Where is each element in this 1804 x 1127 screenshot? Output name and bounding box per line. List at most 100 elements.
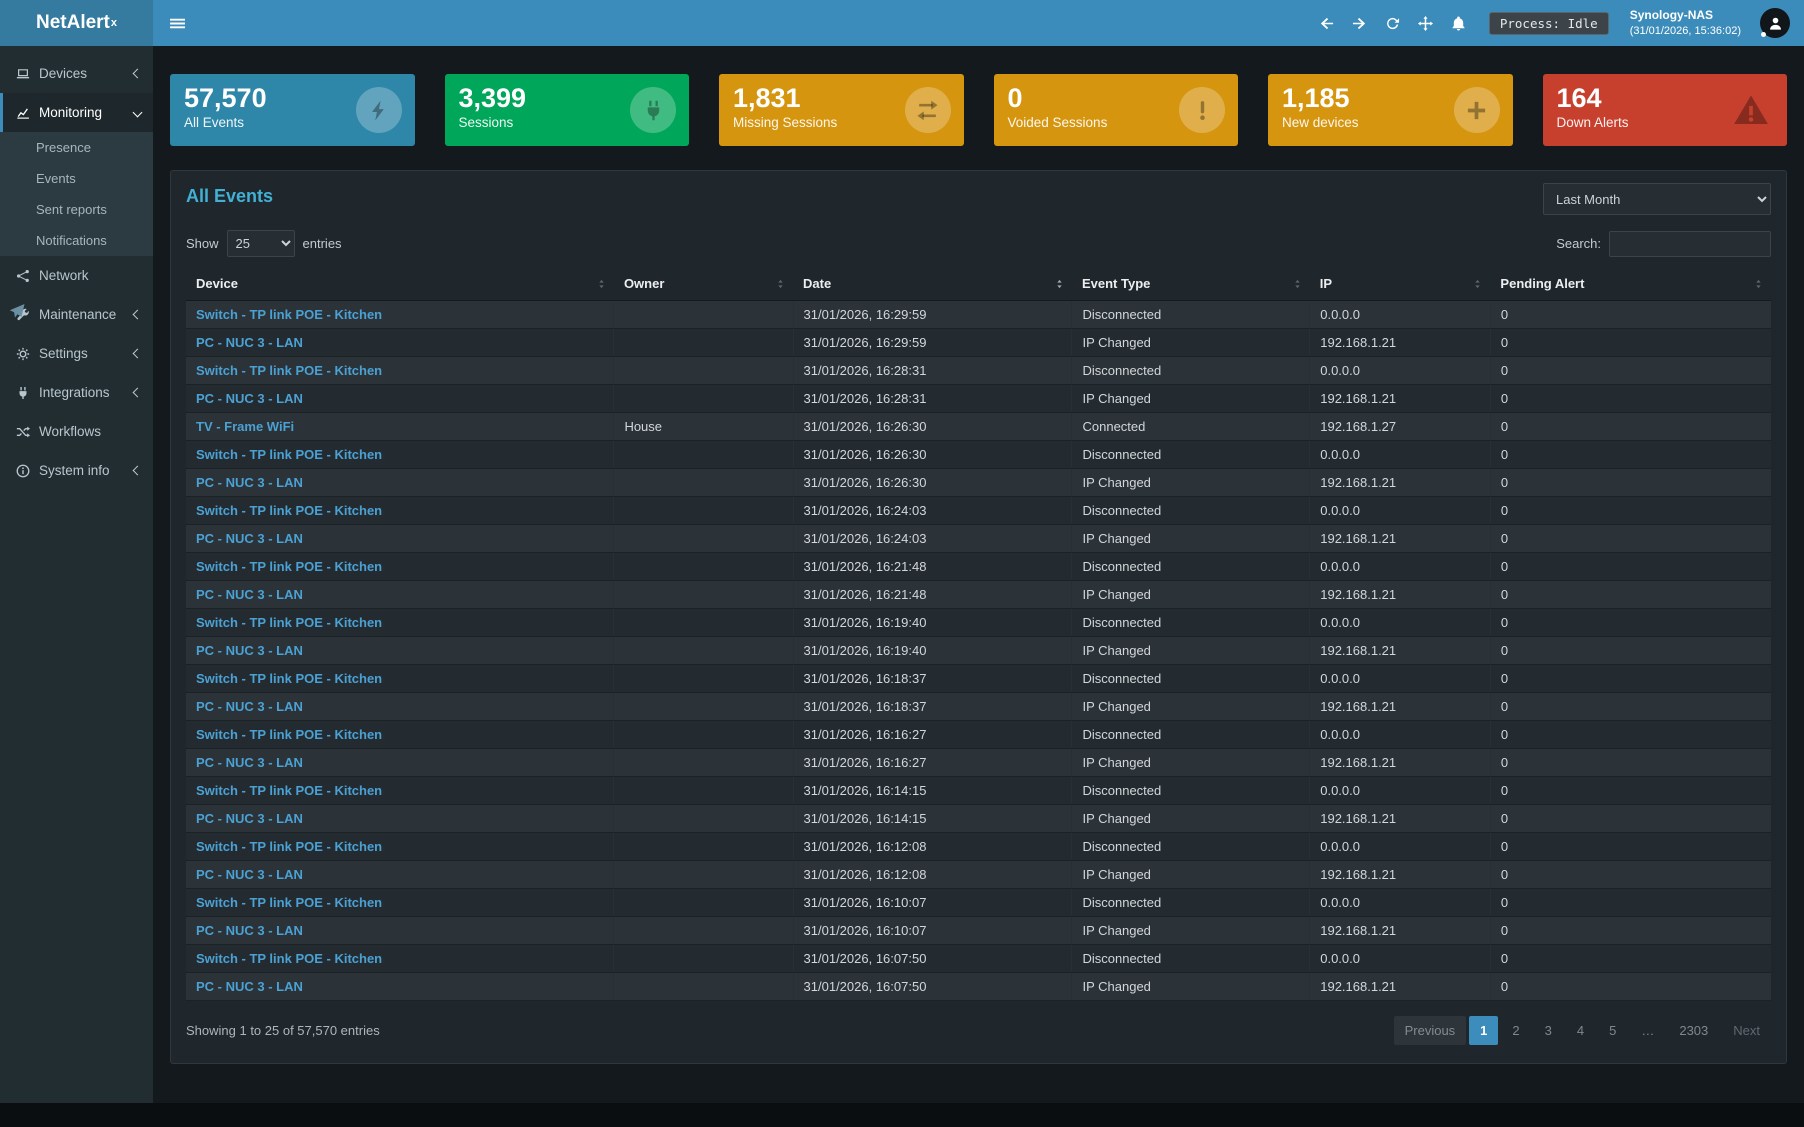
sidebar-item-devices[interactable]: Devices [0,54,153,93]
device-link[interactable]: Switch - TP link POE - Kitchen [196,951,382,966]
pagination-next[interactable]: Next [1722,1016,1771,1045]
bell-button[interactable] [1451,16,1466,31]
device-link[interactable]: Switch - TP link POE - Kitchen [196,363,382,378]
process-status-badge[interactable]: Process: Idle [1489,12,1609,35]
stat-card-missing-sessions[interactable]: 1,831Missing Sessions [719,74,964,146]
table-row: Switch - TP link POE - Kitchen31/01/2026… [186,665,1771,693]
period-select[interactable]: Last Month [1543,183,1771,215]
cell-date: 31/01/2026, 16:10:07 [793,889,1072,917]
device-link[interactable]: Switch - TP link POE - Kitchen [196,839,382,854]
pagination-page-3[interactable]: 3 [1534,1016,1563,1045]
paper-plane-icon[interactable] [9,303,25,319]
stat-card-voided-sessions[interactable]: 0Voided Sessions [994,74,1239,146]
panel-head: All Events Last Month [186,183,1771,215]
cell-event-type: IP Changed [1072,469,1310,497]
sidebar-item-settings[interactable]: Settings [0,334,153,373]
pagination-previous[interactable]: Previous [1394,1016,1467,1045]
device-link[interactable]: Switch - TP link POE - Kitchen [196,503,382,518]
status-dot [1761,32,1766,37]
device-link[interactable]: Switch - TP link POE - Kitchen [196,727,382,742]
column-header-ip[interactable]: IP [1310,267,1491,301]
pagination-page-2[interactable]: 2 [1501,1016,1530,1045]
device-link[interactable]: PC - NUC 3 - LAN [196,979,303,994]
sidebar-item-system-info[interactable]: System info [0,451,153,490]
host-name: Synology-NAS [1630,8,1741,24]
table-row: PC - NUC 3 - LAN31/01/2026, 16:28:31IP C… [186,385,1771,413]
sidebar-subitem-notifications[interactable]: Notifications [0,225,153,256]
plus-icon [1465,99,1488,122]
cell-ip: 0.0.0.0 [1310,721,1491,749]
sidebar-item-integrations[interactable]: Integrations [0,373,153,412]
cell-device: PC - NUC 3 - LAN [186,973,614,1001]
move-button[interactable] [1418,16,1433,31]
device-link[interactable]: Switch - TP link POE - Kitchen [196,559,382,574]
column-header-owner[interactable]: Owner [614,267,793,301]
cell-ip: 192.168.1.27 [1310,413,1491,441]
device-link[interactable]: PC - NUC 3 - LAN [196,531,303,546]
pagination-page-1[interactable]: 1 [1469,1016,1498,1045]
device-link[interactable]: Switch - TP link POE - Kitchen [196,783,382,798]
info-icon [16,464,30,478]
cell-device: PC - NUC 3 - LAN [186,917,614,945]
sidebar-toggle-button[interactable] [153,0,201,46]
cell-owner [614,329,793,357]
device-link[interactable]: PC - NUC 3 - LAN [196,475,303,490]
device-link[interactable]: TV - Frame WiFi [196,419,294,434]
device-link[interactable]: Switch - TP link POE - Kitchen [196,447,382,462]
table-row: PC - NUC 3 - LAN31/01/2026, 16:10:07IP C… [186,917,1771,945]
user-avatar[interactable] [1760,8,1790,38]
stat-card-sessions[interactable]: 3,399Sessions [445,74,690,146]
device-link[interactable]: Switch - TP link POE - Kitchen [196,671,382,686]
sidebar-subitem-presence[interactable]: Presence [0,132,153,163]
cell-ip: 0.0.0.0 [1310,945,1491,973]
column-header-pending-alert[interactable]: Pending Alert [1490,267,1771,301]
column-header-date[interactable]: Date [793,267,1072,301]
sidebar-item-monitoring[interactable]: Monitoring [0,93,153,132]
column-header-device[interactable]: Device [186,267,614,301]
cell-device: Switch - TP link POE - Kitchen [186,721,614,749]
device-link[interactable]: Switch - TP link POE - Kitchen [196,615,382,630]
device-link[interactable]: PC - NUC 3 - LAN [196,811,303,826]
arrow-right-button[interactable] [1352,16,1367,31]
device-link[interactable]: PC - NUC 3 - LAN [196,923,303,938]
cell-ip: 192.168.1.21 [1310,581,1491,609]
sidebar-subitem-events[interactable]: Events [0,163,153,194]
device-link[interactable]: PC - NUC 3 - LAN [196,755,303,770]
table-footer: Showing 1 to 25 of 57,570 entries Previo… [186,1001,1771,1055]
cell-owner: House [614,413,793,441]
laptop-icon [16,67,30,81]
sort-icon [1753,277,1764,290]
search-label: Search: [1556,236,1601,251]
stat-card-new-devices[interactable]: 1,185New devices [1268,74,1513,146]
page-length-select[interactable]: 25 [227,230,295,257]
device-link[interactable]: PC - NUC 3 - LAN [196,587,303,602]
device-link[interactable]: PC - NUC 3 - LAN [196,699,303,714]
refresh-button[interactable] [1385,16,1400,31]
cell-owner [614,917,793,945]
device-link[interactable]: PC - NUC 3 - LAN [196,867,303,882]
cell-owner [614,721,793,749]
arrow-left-button[interactable] [1319,16,1334,31]
device-link[interactable]: PC - NUC 3 - LAN [196,391,303,406]
column-header-event-type[interactable]: Event Type [1072,267,1310,301]
sidebar-item-network[interactable]: Network [0,256,153,295]
device-link[interactable]: PC - NUC 3 - LAN [196,335,303,350]
device-link[interactable]: Switch - TP link POE - Kitchen [196,895,382,910]
cell-owner [614,665,793,693]
cell-pending-alert: 0 [1490,609,1771,637]
pagination-page-4[interactable]: 4 [1566,1016,1595,1045]
cell-pending-alert: 0 [1490,469,1771,497]
device-link[interactable]: Switch - TP link POE - Kitchen [196,307,382,322]
sidebar-item-workflows[interactable]: Workflows [0,412,153,451]
search-input[interactable] [1609,231,1771,257]
pagination-page-2303[interactable]: 2303 [1668,1016,1719,1045]
app-logo[interactable]: NetAlertx [0,0,153,46]
stat-card-all-events[interactable]: 57,570All Events [170,74,415,146]
stat-card-down-alerts[interactable]: 164Down Alerts [1543,74,1788,146]
sidebar-subitem-sent-reports[interactable]: Sent reports [0,194,153,225]
device-link[interactable]: PC - NUC 3 - LAN [196,643,303,658]
card-icon-circle [1179,87,1225,133]
pagination-page-5[interactable]: 5 [1598,1016,1627,1045]
cell-date: 31/01/2026, 16:16:27 [793,749,1072,777]
cell-owner [614,385,793,413]
